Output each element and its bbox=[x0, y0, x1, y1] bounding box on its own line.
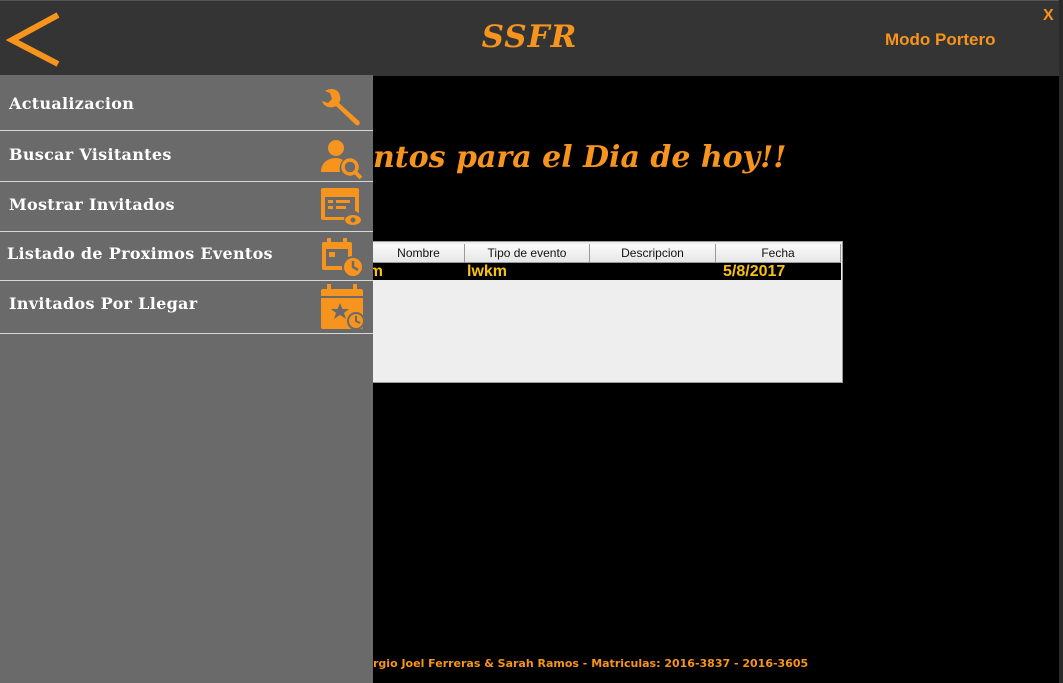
sidebar-item-buscar-visitantes[interactable]: Buscar Visitantes bbox=[0, 132, 373, 182]
wrench-icon bbox=[322, 88, 360, 126]
column-header-nombre[interactable]: Nombre bbox=[373, 244, 465, 263]
footer-credits: rgio Joel Ferreras & Sarah Ramos - Matri… bbox=[373, 657, 808, 670]
table-header: Nombre Tipo de evento Descripcion Fecha bbox=[373, 244, 841, 263]
user-search-icon bbox=[321, 140, 363, 180]
calendar-star-clock-icon bbox=[321, 284, 365, 330]
column-header-fecha[interactable]: Fecha bbox=[716, 244, 841, 263]
sidebar-item-label: Listado de Proximos Eventos bbox=[7, 244, 273, 263]
top-bar: SSFR Modo Portero X bbox=[0, 0, 1059, 76]
cell-nombre: nm bbox=[373, 263, 383, 280]
cell-tipo: lwkm bbox=[467, 263, 508, 280]
sidebar-item-label: Mostrar Invitados bbox=[9, 195, 175, 214]
sidebar-item-actualizacion[interactable]: Actualizacion bbox=[0, 81, 373, 131]
events-table[interactable]: Nombre Tipo de evento Descripcion Fecha … bbox=[373, 241, 843, 383]
sidebar-item-label: Buscar Visitantes bbox=[9, 145, 172, 164]
sidebar-item-invitados-por-llegar[interactable]: Invitados Por Llegar bbox=[0, 281, 373, 334]
table-row[interactable]: nm lwkm 5/8/2017 bbox=[373, 263, 841, 280]
column-header-descripcion[interactable]: Descripcion bbox=[590, 244, 716, 263]
window-edge bbox=[1059, 0, 1063, 683]
sidebar-drawer: Actualizacion Buscar Visitantes Mostrar … bbox=[0, 75, 373, 683]
column-header-tipo[interactable]: Tipo de evento bbox=[465, 244, 590, 263]
footer-text: rgio Joel Ferreras & Sarah Ramos - Matri… bbox=[373, 657, 809, 670]
mode-label[interactable]: Modo Portero bbox=[885, 30, 996, 50]
calendar-clock-icon bbox=[322, 238, 364, 278]
sidebar-item-mostrar-invitados[interactable]: Mostrar Invitados bbox=[0, 182, 373, 232]
sidebar-item-proximos-eventos[interactable]: Listado de Proximos Eventos bbox=[0, 231, 373, 281]
list-view-icon bbox=[321, 188, 362, 229]
cell-fecha: 5/8/2017 bbox=[723, 263, 786, 280]
close-button[interactable]: X bbox=[1043, 7, 1054, 25]
sidebar-item-label: Invitados Por Llegar bbox=[9, 294, 198, 313]
sidebar-item-label: Actualizacion bbox=[9, 94, 135, 113]
page-headline: ntos para el Dia de hoy!! bbox=[373, 140, 787, 175]
